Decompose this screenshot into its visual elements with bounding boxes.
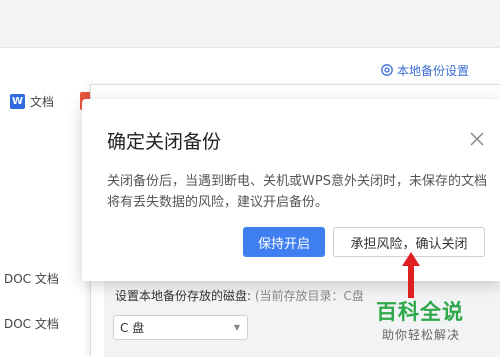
tab-document[interactable]: W 文档: [10, 91, 54, 111]
tab-document-label: 文档: [30, 94, 55, 109]
dialog-title: 确定关闭备份: [107, 131, 222, 153]
watermark-logo: 百科全说 助你轻松解决: [376, 296, 500, 354]
disk-label-text: 设置本地备份存放的磁盘:: [115, 289, 252, 303]
disk-current-hint: (当前存放目录：C盘: [254, 289, 364, 303]
keep-enabled-button[interactable]: 保持开启: [243, 227, 325, 257]
annotation-arrow-icon: [402, 252, 420, 298]
dialog-message: 关闭备份后，当遇到断电、关机或WPS意外关闭时，未保存的文档将有丢失数据的风险，…: [107, 174, 487, 210]
word-doc-icon: W: [10, 93, 25, 109]
list-item[interactable]: DOC 文档: [4, 315, 59, 332]
disk-setting-label: 设置本地备份存放的磁盘: (当前存放目录：C盘: [115, 287, 364, 304]
local-backup-setting-label: 本地备份设置: [397, 63, 470, 78]
chevron-down-icon: ▼: [233, 323, 240, 332]
list-item[interactable]: DOC 文档: [4, 270, 59, 287]
close-icon[interactable]: [468, 130, 486, 148]
gear-icon: [381, 64, 393, 76]
top-bar: [0, 0, 500, 48]
local-backup-setting-link[interactable]: 本地备份设置: [380, 60, 469, 80]
disk-select[interactable]: C 盘 ▼: [113, 315, 248, 340]
watermark-title: 百科全说: [376, 300, 464, 324]
disk-select-value: C 盘: [120, 321, 145, 335]
watermark-subtitle: 助你轻松解决: [382, 328, 461, 342]
